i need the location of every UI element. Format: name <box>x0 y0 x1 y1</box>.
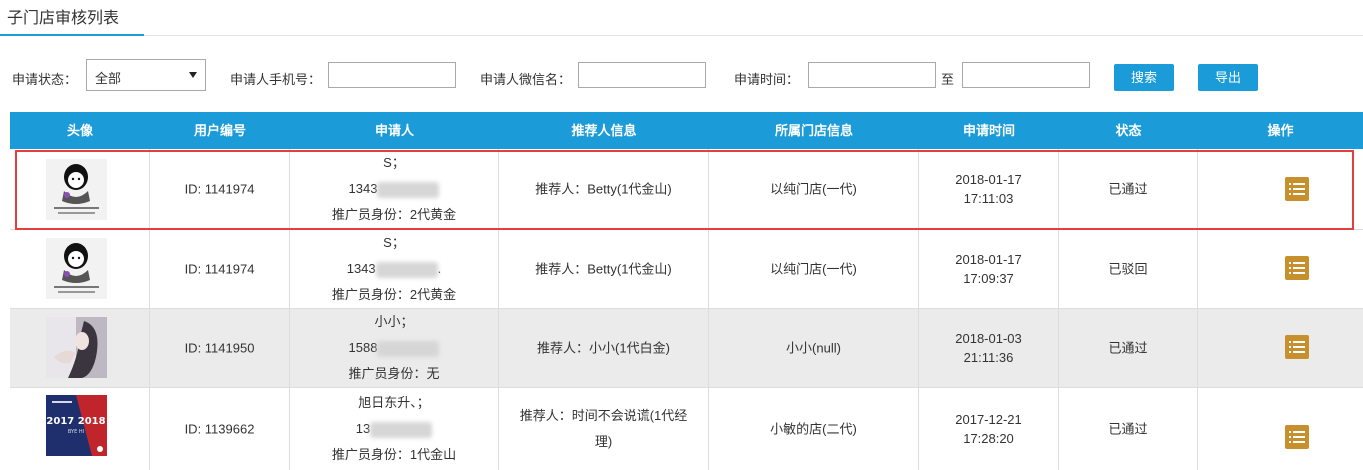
avatar-bye-text: BYE HI <box>68 429 84 435</box>
phone-label: 申请人手机号： <box>230 72 322 87</box>
store-info: 小小(null) <box>786 340 841 356</box>
search-button[interactable]: 搜索 <box>1114 64 1174 91</box>
applicant-identity: 推广员身份：无 <box>348 366 440 381</box>
chevron-down-icon <box>189 72 197 78</box>
avatar <box>46 238 107 299</box>
applicant-name: 旭日东升、； <box>358 395 430 410</box>
header-applicant: 申请人 <box>374 123 414 138</box>
apply-clock: 17:11:03 <box>963 191 1014 206</box>
tab-bar: 子门店审核列表 <box>0 0 1363 36</box>
store-info: 以纯门店(一代) <box>770 261 857 277</box>
apply-time: 2018-01-03 21:11:36 <box>919 329 1058 367</box>
applicant-phone: 13 <box>355 421 371 436</box>
applicant-info: 旭日东升、； 13 推广员身份：1代金山 <box>290 390 498 468</box>
status-text: 已驳回 <box>1108 261 1148 277</box>
applicant-phone-line: 1588 <box>290 335 498 361</box>
table-row: ID: 1141974 S； 1343. 推广员身份：2代黄金 推荐人：Bett… <box>10 230 1363 308</box>
user-id: ID: 1141974 <box>184 261 255 277</box>
phone-input[interactable] <box>328 62 456 88</box>
referrer-info: 推荐人：时间不会说谎(1代经 理) <box>499 403 708 455</box>
table-row: ID: 1141974 S； 1343 推广员身份：2代黄金 推荐人：Betty… <box>10 149 1363 229</box>
avatar: 2017 2018 BYE HI <box>46 395 107 456</box>
referrer-info: 推荐人：Betty(1代金山) <box>535 181 672 197</box>
time-start-input[interactable] <box>808 62 936 88</box>
tab-store-review-list[interactable]: 子门店审核列表 <box>0 0 144 36</box>
applicant-phone: 1343 <box>346 261 376 276</box>
applicant-name: S； <box>383 235 405 250</box>
time-to-label: 至 <box>941 72 955 87</box>
tab-title: 子门店审核列表 <box>7 10 120 27</box>
store-info: 以纯门店(一代) <box>770 181 857 197</box>
wechat-label: 申请人微信名： <box>480 72 572 87</box>
header-avatar: 头像 <box>66 123 93 138</box>
applicant-phone: 1588 <box>348 340 378 355</box>
apply-date: 2018-01-17 <box>955 252 1022 267</box>
time-end-input[interactable] <box>962 62 1090 88</box>
list-icon[interactable] <box>1285 335 1309 359</box>
header-store: 所属门店信息 <box>774 123 853 138</box>
applicant-info: S； 1343 推广员身份：2代黄金 <box>290 150 498 228</box>
redacted-phone <box>377 181 440 198</box>
apply-clock: 17:09:37 <box>963 271 1014 286</box>
applicant-identity: 推广员身份：1代金山 <box>331 447 457 462</box>
applicant-phone-line: 1343 <box>290 176 498 202</box>
wechat-input[interactable] <box>578 62 706 88</box>
applicant-name: 小小； <box>374 314 414 329</box>
redacted-phone <box>377 340 440 357</box>
user-id: ID: 1141974 <box>184 181 255 197</box>
status-text: 已通过 <box>1108 181 1148 197</box>
header-referrer: 推荐人信息 <box>571 123 637 138</box>
avatar <box>46 317 107 378</box>
referrer-line1: 推荐人：时间不会说谎(1代经 <box>519 408 688 423</box>
header-actions: 操作 <box>1267 123 1294 138</box>
applicant-name: S； <box>383 155 405 170</box>
apply-time: 2018-01-17 17:09:37 <box>919 250 1058 288</box>
applicant-identity: 推广员身份：2代黄金 <box>331 287 457 302</box>
applicant-info: S； 1343. 推广员身份：2代黄金 <box>290 230 498 308</box>
status-text: 已通过 <box>1108 340 1148 356</box>
status-text: 已通过 <box>1108 421 1148 437</box>
status-select[interactable]: 全部 <box>86 59 206 91</box>
list-icon[interactable] <box>1285 177 1309 201</box>
user-id: ID: 1141950 <box>184 340 255 356</box>
header-user-id: 用户编号 <box>193 123 246 138</box>
apply-date: 2018-01-17 <box>955 172 1022 187</box>
list-icon[interactable] <box>1285 256 1309 280</box>
status-label: 申请状态： <box>12 72 78 87</box>
list-icon[interactable] <box>1285 425 1309 449</box>
applicant-identity: 推广员身份：2代黄金 <box>331 207 457 222</box>
table-row: ID: 1141950 小小； 1588 推广员身份：无 推荐人：小小(1代白金… <box>10 309 1363 387</box>
export-button[interactable]: 导出 <box>1198 64 1258 91</box>
referrer-info: 推荐人：小小(1代白金) <box>537 340 670 356</box>
review-table: 头像 用户编号 申请人 推荐人信息 所属门店信息 申请时间 状态 操作 ID: … <box>10 112 1363 470</box>
header-apply-time: 申请时间 <box>962 123 1015 138</box>
redacted-phone <box>375 261 438 278</box>
store-info: 小敏的店(二代) <box>770 421 857 437</box>
filter-bar: 申请状态： 全部 申请人手机号： 申请人微信名： 申请时间： 至 搜索 导出 <box>0 56 1363 96</box>
redacted-phone <box>370 421 433 438</box>
referrer-info: 推荐人：Betty(1代金山) <box>535 261 672 277</box>
applicant-phone-tail: . <box>437 261 442 276</box>
avatar <box>46 159 107 220</box>
apply-date: 2018-01-03 <box>955 331 1022 346</box>
user-id: ID: 1139662 <box>184 421 255 437</box>
referrer-line2: 理) <box>594 434 613 449</box>
applicant-phone-line: 1343. <box>290 256 498 282</box>
apply-clock: 17:28:20 <box>963 431 1014 446</box>
apply-date: 2017-12-21 <box>955 412 1022 427</box>
applicant-phone-line: 13 <box>290 416 498 442</box>
apply-clock: 21:11:36 <box>963 350 1014 365</box>
applicant-phone: 1343 <box>348 181 378 196</box>
header-status: 状态 <box>1115 123 1142 138</box>
apply-time: 2018-01-17 17:11:03 <box>919 170 1058 208</box>
apply-time: 2017-12-21 17:28:20 <box>919 410 1058 448</box>
status-select-value: 全部 <box>95 71 122 86</box>
time-label: 申请时间： <box>734 72 800 87</box>
avatar-year-text: 2017 2018 <box>46 416 105 427</box>
applicant-info: 小小； 1588 推广员身份：无 <box>290 309 498 387</box>
table-header: 头像 用户编号 申请人 推荐人信息 所属门店信息 申请时间 状态 操作 <box>10 112 1363 149</box>
